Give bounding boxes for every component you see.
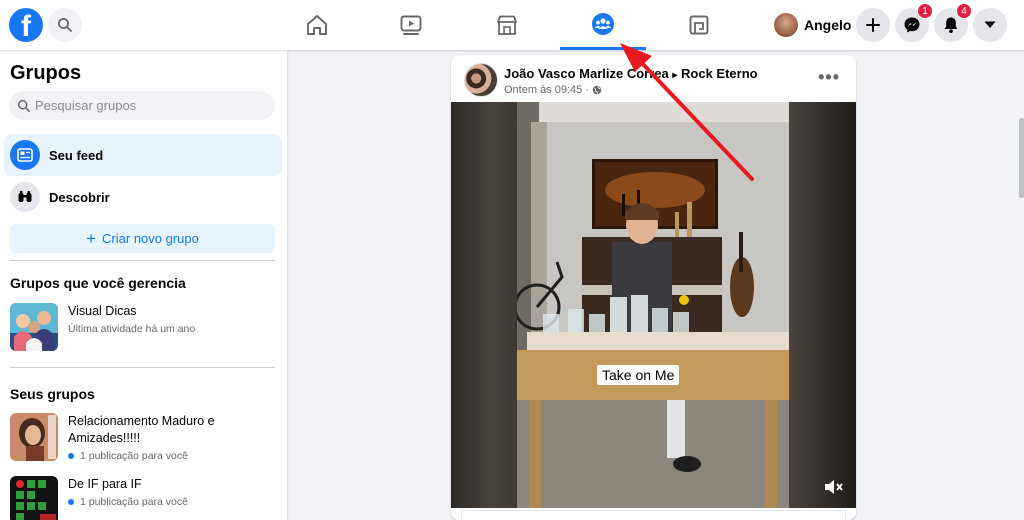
plus-icon: + <box>86 229 97 248</box>
post-footer <box>461 510 846 520</box>
notifications-button[interactable]: 4 <box>934 3 972 42</box>
feed-post: João Vasco Marlize Correa ▸ Rock Eterno … <box>451 55 856 520</box>
create-group-label: Criar novo grupo <box>102 231 199 246</box>
marketplace-icon <box>497 15 517 35</box>
more-icon: ••• <box>818 67 840 87</box>
create-button[interactable] <box>856 8 890 42</box>
groups-icon <box>592 12 614 35</box>
avatar <box>774 13 798 37</box>
divider <box>10 367 275 368</box>
logo-letter: f <box>21 10 31 42</box>
watch-icon <box>400 15 422 35</box>
post-timestamp[interactable]: Ontem às 09:45 <box>504 84 582 96</box>
discover-icon <box>10 182 40 212</box>
feed-icon <box>10 140 40 170</box>
group-activity-text: 1 publicação para você <box>80 496 188 508</box>
search-icon <box>58 18 72 32</box>
group-activity-text: Última atividade há um ano <box>68 323 196 335</box>
tab-groups[interactable] <box>560 0 646 50</box>
your-group-row[interactable]: De IF para IF 1 publicação para você <box>10 476 280 520</box>
sidebar-item-label: Seu feed <box>49 147 104 163</box>
video-blur-left <box>451 102 517 508</box>
profile-name: Angelo <box>804 17 852 33</box>
home-icon <box>307 15 327 35</box>
scrollbar-thumb[interactable] <box>1019 118 1024 198</box>
profile-shortcut[interactable]: Angelo <box>772 8 857 42</box>
unread-dot <box>68 453 74 459</box>
tab-home[interactable] <box>274 0 360 50</box>
tab-watch[interactable] <box>368 0 454 50</box>
account-menu-button[interactable] <box>973 8 1007 42</box>
messenger-button[interactable]: 1 <box>895 3 933 42</box>
notifications-badge: 4 <box>956 3 972 19</box>
video-player[interactable]: Take on Me <box>451 102 856 508</box>
tab-gaming[interactable] <box>656 0 742 50</box>
facebook-logo[interactable]: f <box>9 8 43 42</box>
managed-group-row[interactable]: Visual Dicas Última atividade há um ano <box>10 303 280 351</box>
bell-icon <box>944 17 958 33</box>
divider <box>10 260 275 261</box>
sidebar-item-label: Descobrir <box>49 189 110 205</box>
post-author-name[interactable]: João Vasco Marlize Correa <box>504 66 669 81</box>
caret-down-icon <box>984 21 996 28</box>
video-blur-right <box>789 102 856 508</box>
video-frame <box>517 102 789 508</box>
top-navigation-bar: f Angelo 1 4 <box>0 0 1024 50</box>
tab-marketplace[interactable] <box>464 0 550 50</box>
search-icon <box>17 99 31 112</box>
muted-speaker-icon[interactable] <box>823 478 845 496</box>
group-name: Visual Dicas <box>68 304 137 318</box>
post-group-name[interactable]: Rock Eterno <box>681 66 758 81</box>
post-author[interactable]: João Vasco Marlize Correa ▸ Rock Eterno <box>504 66 758 81</box>
sidebar-item-discover[interactable]: Descobrir <box>4 176 282 218</box>
more-options-button[interactable]: ••• <box>818 67 840 88</box>
search-button[interactable] <box>48 8 82 42</box>
post-meta: Ontem às 09:45 · <box>504 84 602 96</box>
managed-groups-heading: Grupos que você gerencia <box>10 275 186 291</box>
caret-right-icon: ▸ <box>672 70 678 81</box>
group-name: Relacionamento Maduro e Amizades!!!!! <box>68 414 215 445</box>
plus-icon <box>866 18 880 32</box>
group-thumbnail <box>10 476 58 520</box>
search-input[interactable] <box>35 98 255 113</box>
sidebar-item-feed[interactable]: Seu feed <box>4 134 282 176</box>
group-activity: 1 publicação para você <box>68 496 188 508</box>
video-caption: Take on Me <box>597 365 680 385</box>
avatar[interactable] <box>464 63 498 97</box>
group-thumbnail <box>10 303 58 351</box>
globe-icon <box>592 85 602 95</box>
group-search[interactable] <box>9 91 275 120</box>
group-activity: Última atividade há um ano <box>68 323 195 335</box>
group-name: De IF para IF <box>68 477 142 491</box>
page-title: Grupos <box>10 62 82 84</box>
group-activity-text: 1 publicação para você <box>80 450 188 462</box>
create-group-button[interactable]: + Criar novo grupo <box>10 224 275 253</box>
gaming-icon <box>689 15 709 35</box>
group-thumbnail <box>10 413 58 461</box>
your-group-row[interactable]: Relacionamento Maduro e Amizades!!!!! 1 … <box>10 413 280 462</box>
your-groups-heading: Seus grupos <box>10 386 95 402</box>
unread-dot <box>68 499 74 505</box>
messenger-icon <box>904 17 920 33</box>
group-activity: 1 publicação para você <box>68 450 280 462</box>
messenger-badge: 1 <box>917 3 933 19</box>
groups-sidebar: Grupos Seu feed Descobrir + Criar novo g… <box>0 50 287 520</box>
